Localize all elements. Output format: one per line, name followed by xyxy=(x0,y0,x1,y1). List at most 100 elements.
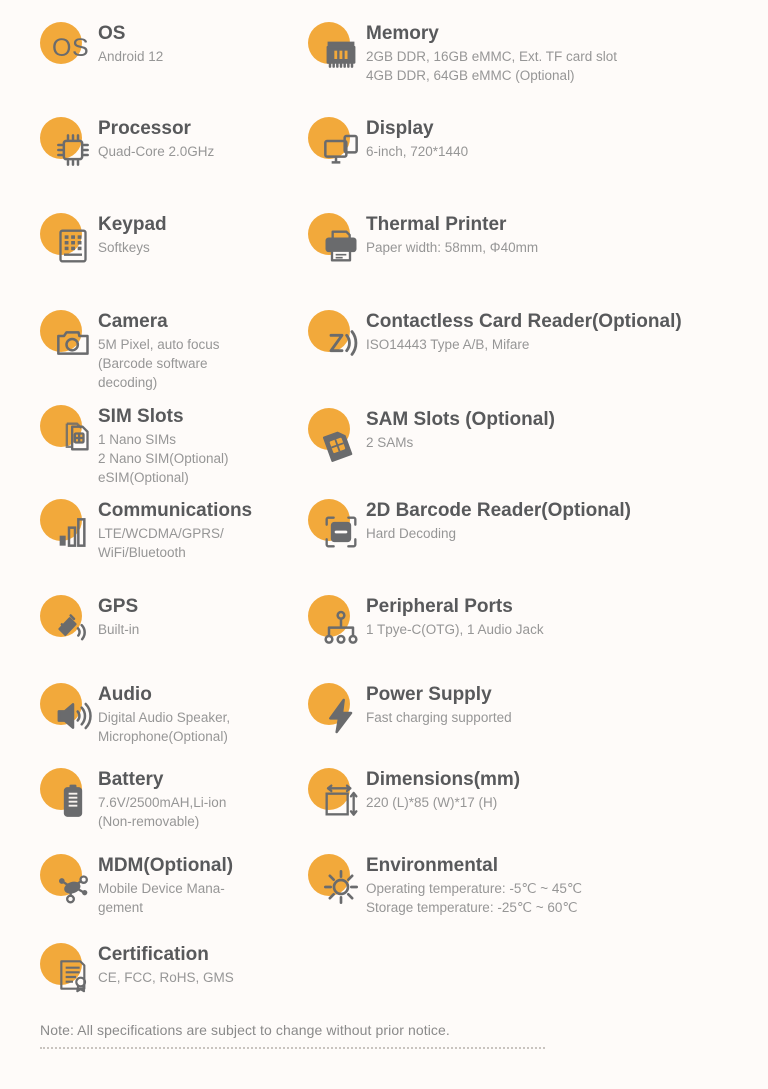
os-icon: OS xyxy=(52,34,90,62)
spec-title: SAM Slots (Optional) xyxy=(366,409,555,430)
spec-description: Digital Audio Speaker, Microphone(Option… xyxy=(98,710,231,745)
gps-satellite-icon xyxy=(53,608,93,648)
spec-title: Camera xyxy=(98,311,168,332)
dimensions-icon xyxy=(321,781,361,821)
spec-title: Thermal Printer xyxy=(366,214,507,235)
spec-title: Contactless Card Reader(Optional) xyxy=(366,311,682,332)
spec-title: MDM(Optional) xyxy=(98,855,234,876)
spec-text: Processor Quad-Core 2.0GHz xyxy=(98,117,214,161)
spec-item: Audio Digital Audio Speaker, Microphone(O… xyxy=(40,683,230,746)
spec-icon-wrap xyxy=(308,22,366,80)
spec-description: Fast charging supported xyxy=(366,710,512,726)
certificate-icon xyxy=(53,956,93,996)
sim-card-icon xyxy=(53,418,93,458)
spec-item: Keypad Softkeys xyxy=(40,213,167,271)
spec-icon-wrap xyxy=(40,683,98,741)
spec-text: Thermal Printer Paper width: 58mm, Φ40mm xyxy=(366,213,538,257)
power-bolt-icon xyxy=(321,696,361,736)
environment-sun-icon xyxy=(321,867,361,907)
battery-icon xyxy=(53,781,93,821)
spec-text: GPS Built-in xyxy=(98,595,139,639)
spec-icon-wrap xyxy=(40,768,98,826)
memory-chip-icon xyxy=(321,35,361,75)
signal-bars-icon xyxy=(53,512,93,552)
spec-text: Peripheral Ports 1 Tpye-C(OTG), 1 Audio J… xyxy=(366,595,544,639)
spec-icon-wrap xyxy=(40,117,98,175)
spec-title: Audio xyxy=(98,684,152,705)
spec-title: Power Supply xyxy=(366,684,492,705)
spec-item: Communications LTE/WCDMA/GPRS/ WiFi/Bluet… xyxy=(40,499,252,562)
spec-item: Processor Quad-Core 2.0GHz xyxy=(40,117,214,175)
spec-description: Mobile Device Mana- gement xyxy=(98,881,225,916)
spec-text: Power Supply Fast charging supported xyxy=(366,683,512,727)
spec-text: Memory 2GB DDR, 16GB eMMC, Ext. TF card s… xyxy=(366,22,617,85)
spec-title: 2D Barcode Reader(Optional) xyxy=(366,500,631,521)
spec-description: 5M Pixel, auto focus (Barcode software d… xyxy=(98,337,220,391)
spec-text: Keypad Softkeys xyxy=(98,213,167,257)
spec-item: OS OS Android 12 xyxy=(40,22,163,80)
spec-item: Contactless Card Reader(Optional) ISO1444… xyxy=(308,310,682,368)
spec-item: Dimensions(mm) 220 (L)*85 (W)*17 (H) xyxy=(308,768,520,826)
keypad-icon xyxy=(53,226,93,266)
spec-title: SIM Slots xyxy=(98,406,184,427)
footer-note-block: Note: All specifications are subject to … xyxy=(40,1022,730,1049)
footer-note-text: Note: All specifications are subject to … xyxy=(40,1022,450,1038)
spec-icon-wrap xyxy=(40,854,98,912)
spec-item: SAM Slots (Optional) 2 SAMs xyxy=(308,408,555,466)
spec-description: Quad-Core 2.0GHz xyxy=(98,144,215,160)
spec-title: Dimensions(mm) xyxy=(366,769,521,790)
spec-text: Communications LTE/WCDMA/GPRS/ WiFi/Bluet… xyxy=(98,499,252,562)
spec-icon-wrap xyxy=(308,683,366,741)
spec-icon-wrap xyxy=(308,213,366,271)
spec-icon-wrap xyxy=(308,854,366,912)
spec-text: SAM Slots (Optional) 2 SAMs xyxy=(366,408,555,452)
spec-icon-wrap xyxy=(308,117,366,175)
spec-description: 1 Tpye-C(OTG), 1 Audio Jack xyxy=(366,622,544,638)
spec-text: Certification CE, FCC, RoHS, GMS xyxy=(98,943,234,987)
spec-description: 7.6V/2500mAH,Li-ion (Non-removable) xyxy=(98,795,227,830)
spec-text: OS Android 12 xyxy=(98,22,163,66)
spec-icon-wrap xyxy=(40,213,98,271)
spec-description: 6-inch, 720*1440 xyxy=(366,144,469,160)
spec-item: Certification CE, FCC, RoHS, GMS xyxy=(40,943,234,1001)
spec-icon-wrap xyxy=(308,499,366,557)
footer-divider xyxy=(40,1047,545,1049)
spec-text: Audio Digital Audio Speaker, Microphone(O… xyxy=(98,683,230,746)
spec-icon-wrap xyxy=(308,408,366,466)
spec-description: 2GB DDR, 16GB eMMC, Ext. TF card slot 4G… xyxy=(366,49,618,84)
spec-description: LTE/WCDMA/GPRS/ WiFi/Bluetooth xyxy=(98,526,224,561)
spec-sheet: OS OS Android 12 Processor Quad-Core 2.0GHz K… xyxy=(0,0,768,1089)
spec-icon-wrap xyxy=(40,310,98,368)
spec-description: Paper width: 58mm, Φ40mm xyxy=(366,240,539,256)
spec-title: Communications xyxy=(98,500,253,521)
spec-item: Power Supply Fast charging supported xyxy=(308,683,512,741)
spec-text: Camera 5M Pixel, auto focus (Barcode soft… xyxy=(98,310,220,393)
spec-title: Environmental xyxy=(366,855,498,876)
camera-icon xyxy=(53,323,93,363)
spec-text: SIM Slots 1 Nano SIMs 2 Nano SIM(Optional… xyxy=(98,405,229,488)
spec-icon-wrap: OS xyxy=(40,22,98,80)
spec-title: GPS xyxy=(98,596,139,617)
spec-title: Keypad xyxy=(98,214,167,235)
audio-speaker-icon xyxy=(53,696,93,736)
spec-icon-wrap xyxy=(40,405,98,463)
spec-item: SIM Slots 1 Nano SIMs 2 Nano SIM(Optional… xyxy=(40,405,229,488)
thermal-printer-icon xyxy=(321,226,361,266)
spec-title: Processor xyxy=(98,118,191,139)
peripheral-ports-icon xyxy=(321,608,361,648)
mdm-network-icon xyxy=(53,867,93,907)
spec-icon-wrap xyxy=(40,943,98,1001)
spec-item: Peripheral Ports 1 Tpye-C(OTG), 1 Audio J… xyxy=(308,595,544,653)
sam-slot-icon xyxy=(321,421,361,462)
spec-icon-wrap xyxy=(40,499,98,557)
spec-title: Peripheral Ports xyxy=(366,596,513,617)
spec-item: Display 6-inch, 720*1440 xyxy=(308,117,468,175)
spec-description: Operating temperature: -5℃ ~ 45℃ Storage… xyxy=(366,881,583,916)
spec-title: Memory xyxy=(366,23,439,44)
spec-item: GPS Built-in xyxy=(40,595,139,653)
spec-description: 2 SAMs xyxy=(366,435,414,451)
spec-description: 1 Nano SIMs 2 Nano SIM(Optional) eSIM(Op… xyxy=(98,432,229,486)
spec-title: Certification xyxy=(98,944,209,965)
spec-item: Thermal Printer Paper width: 58mm, Φ40mm xyxy=(308,213,538,271)
processor-chip-icon xyxy=(53,130,93,170)
